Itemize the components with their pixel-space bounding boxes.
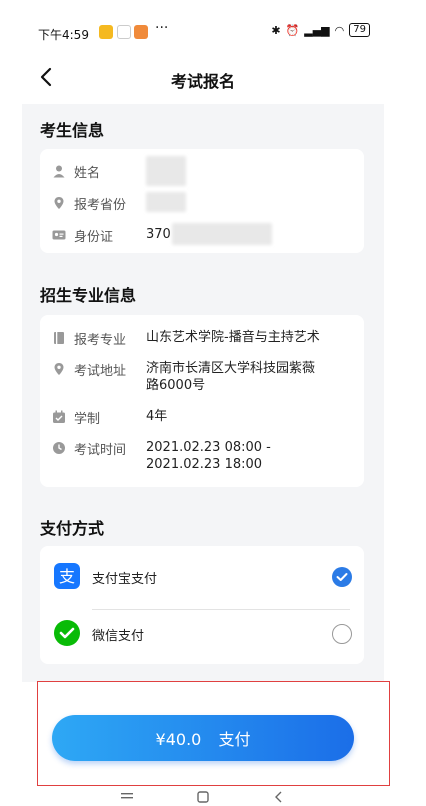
payment-card: 支 支付宝支付 微信支付 bbox=[40, 546, 364, 664]
status-bar: 下午4:59 ··· ✱ ⏰ ▂▄▆ ◠ 79 bbox=[22, 12, 384, 52]
title-bar: 考试报名 bbox=[22, 52, 384, 104]
back-nav-icon[interactable] bbox=[272, 790, 286, 804]
duration-value: 4年 bbox=[146, 409, 168, 424]
qq-icon bbox=[117, 25, 131, 39]
taobao-icon bbox=[134, 25, 148, 39]
exam-time-label: 考试时间 bbox=[74, 443, 127, 458]
wechat-pay-label: 微信支付 bbox=[92, 629, 145, 644]
exam-address-value: 济南市长清区大学科技园紫薇路6000号 bbox=[146, 361, 316, 393]
check-icon bbox=[336, 573, 348, 581]
location-icon bbox=[54, 363, 64, 375]
alarm-icon: ⏰ bbox=[285, 23, 300, 37]
svg-text:支: 支 bbox=[59, 567, 75, 586]
name-label: 姓名 bbox=[74, 166, 101, 181]
calendar-icon bbox=[53, 410, 65, 423]
major-value: 山东艺术学院-播音与主持艺术 bbox=[146, 330, 320, 345]
more-notifications-icon: ··· bbox=[155, 20, 169, 36]
home-nav-icon[interactable] bbox=[196, 790, 210, 804]
candidate-card: 姓名 报考省份 身份证 370 bbox=[40, 149, 364, 253]
wechat-pay-icon bbox=[54, 620, 80, 646]
major-card: 报考专业 山东艺术学院-播音与主持艺术 考试地址 济南市长清区大学科技园紫薇路6… bbox=[40, 315, 364, 487]
wifi-icon: ◠ bbox=[334, 23, 345, 37]
major-label: 报考专业 bbox=[74, 333, 127, 348]
system-nav-bar bbox=[22, 784, 384, 806]
status-right-icons: ✱ ⏰ ▂▄▆ ◠ 79 bbox=[271, 23, 370, 37]
exam-address-label: 考试地址 bbox=[74, 364, 127, 379]
payment-section-title: 支付方式 bbox=[40, 519, 105, 538]
wechat-pay-option[interactable]: 微信支付 bbox=[40, 607, 364, 661]
id-label: 身份证 bbox=[74, 230, 114, 245]
id-card-icon bbox=[52, 230, 66, 240]
book-icon bbox=[54, 332, 64, 344]
alipay-label: 支付宝支付 bbox=[92, 572, 158, 587]
candidate-section-title: 考生信息 bbox=[40, 121, 105, 140]
province-label: 报考省份 bbox=[74, 198, 127, 213]
person-icon bbox=[53, 165, 65, 178]
major-section-title: 招生专业信息 bbox=[40, 286, 137, 305]
id-value-redacted bbox=[172, 223, 272, 245]
duration-label: 学制 bbox=[74, 412, 101, 427]
alipay-radio-checked[interactable] bbox=[332, 567, 352, 587]
location-icon bbox=[54, 197, 64, 209]
clock-icon bbox=[53, 442, 65, 454]
signal-icon: ▂▄▆ bbox=[304, 23, 330, 37]
notes-app-icon bbox=[99, 25, 113, 39]
page-title: 考试报名 bbox=[170, 72, 235, 91]
alipay-option[interactable]: 支 支付宝支付 bbox=[40, 550, 364, 604]
alipay-icon: 支 bbox=[54, 563, 80, 589]
province-value-redacted bbox=[146, 192, 186, 212]
highlight-box bbox=[37, 681, 390, 786]
battery-indicator: 79 bbox=[349, 23, 370, 37]
wechat-pay-radio-unchecked[interactable] bbox=[332, 624, 352, 644]
status-time: 下午4:59 bbox=[38, 28, 89, 42]
menu-nav-icon[interactable] bbox=[120, 792, 134, 804]
bluetooth-icon: ✱ bbox=[271, 23, 281, 37]
exam-time-value: 2021.02.23 08:00 - 2021.02.23 18:00 bbox=[146, 440, 271, 472]
name-value-redacted bbox=[146, 156, 186, 186]
